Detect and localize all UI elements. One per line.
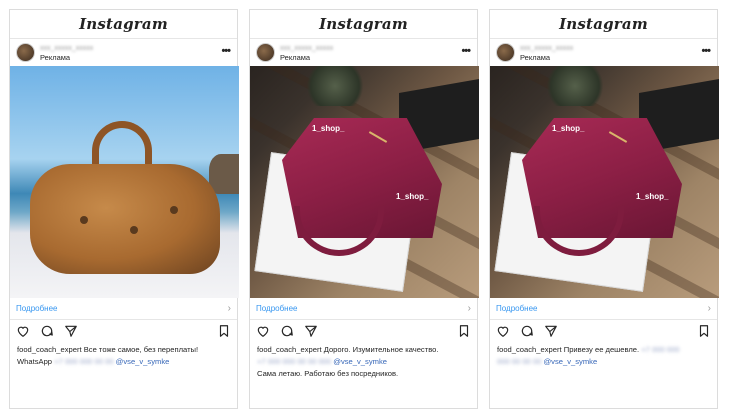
- comment-icon[interactable]: [280, 324, 294, 338]
- caption-tag[interactable]: @vse_v_symke: [333, 357, 387, 366]
- caption: food_coach_expert Дорого. Изумительное к…: [250, 342, 477, 380]
- share-icon[interactable]: [544, 324, 558, 338]
- sponsored-label: Реклама: [280, 52, 311, 62]
- caption-whatsapp-label: WhatsApp: [17, 357, 53, 366]
- post-photo[interactable]: 1_shop_ 1_shop_: [490, 66, 719, 298]
- learn-more-bar[interactable]: Подробнее ›: [490, 298, 717, 320]
- heart-icon[interactable]: [496, 324, 510, 338]
- phone-number-blurred: 000 00 00 00: [497, 357, 542, 366]
- post-header: xxx_xxxxx_xxxxx Реклама •••: [490, 39, 717, 66]
- ad-post-card: Instagram xxx_xxxxx_xxxxx Реклама ••• По…: [9, 9, 239, 409]
- leather-bag: [30, 164, 220, 274]
- photo-watermark: 1_shop_: [396, 192, 429, 201]
- username-blurred[interactable]: xxx_xxxxx_xxxxx: [280, 44, 333, 53]
- caption-tag[interactable]: @vse_v_symke: [543, 357, 597, 366]
- caption-tag[interactable]: @vse_v_symke: [116, 357, 170, 366]
- caption-text: Все тоже самое, без переплаты!: [83, 345, 199, 354]
- photo-watermark: 1_shop_: [636, 192, 669, 201]
- sponsored-label: Реклама: [40, 52, 71, 62]
- username-blurred[interactable]: xxx_xxxxx_xxxxx: [520, 44, 573, 53]
- learn-more-link[interactable]: Подробнее: [16, 304, 58, 313]
- sponsored-label: Реклама: [520, 52, 551, 62]
- photo-watermark: 1_shop_: [552, 124, 585, 133]
- post-photo[interactable]: 1_shop_ 1_shop_: [250, 66, 479, 298]
- caption: food_coach_expert Все тоже самое, без пе…: [10, 342, 237, 368]
- avatar[interactable]: [256, 43, 275, 62]
- bookmark-icon[interactable]: [217, 324, 231, 338]
- phone-number-blurred: +7 000 000 00 00: [54, 357, 114, 366]
- instagram-logo: Instagram: [559, 15, 648, 33]
- instagram-logo: Instagram: [79, 15, 168, 33]
- chevron-right-icon: ›: [227, 303, 231, 314]
- action-bar: [250, 320, 477, 342]
- bookmark-icon[interactable]: [697, 324, 711, 338]
- heart-icon[interactable]: [256, 324, 270, 338]
- phone-number-blurred: +7 000 000: [641, 345, 680, 354]
- action-bar: [10, 320, 237, 342]
- share-icon[interactable]: [304, 324, 318, 338]
- caption-username[interactable]: food_coach_expert: [17, 345, 82, 354]
- caption-username[interactable]: food_coach_expert: [497, 345, 562, 354]
- caption: food_coach_expert Привезу ее дешевле. +7…: [490, 342, 717, 368]
- ad-post-card: Instagram xxx_xxxxx_xxxxx Реклама ••• 1_…: [489, 9, 719, 409]
- share-icon[interactable]: [64, 324, 78, 338]
- learn-more-link[interactable]: Подробнее: [256, 304, 298, 313]
- caption-username[interactable]: food_coach_expert: [257, 345, 322, 354]
- avatar[interactable]: [16, 43, 35, 62]
- learn-more-bar[interactable]: Подробнее ›: [10, 298, 237, 320]
- heart-icon[interactable]: [16, 324, 30, 338]
- caption-text: Привезу ее дешевле.: [563, 345, 640, 354]
- post-header: xxx_xxxxx_xxxxx Реклама •••: [10, 39, 237, 66]
- chevron-right-icon: ›: [467, 303, 471, 314]
- chevron-right-icon: ›: [707, 303, 711, 314]
- post-photo[interactable]: [10, 66, 239, 298]
- more-dots-icon[interactable]: •••: [221, 45, 231, 57]
- app-header: Instagram: [490, 10, 717, 39]
- username-blurred[interactable]: xxx_xxxxx_xxxxx: [40, 44, 93, 53]
- more-dots-icon[interactable]: •••: [461, 45, 471, 57]
- app-header: Instagram: [10, 10, 237, 39]
- caption-text: Дорого. Изумительное качество.: [323, 345, 439, 354]
- caption-extra-line: Сама летаю. Работаю без посредников.: [257, 369, 399, 378]
- post-header: xxx_xxxxx_xxxxx Реклама •••: [250, 39, 477, 66]
- phone-number-blurred: +7 000 000 00 00 000: [257, 357, 332, 366]
- app-header: Instagram: [250, 10, 477, 39]
- avatar[interactable]: [496, 43, 515, 62]
- instagram-logo: Instagram: [319, 15, 408, 33]
- more-dots-icon[interactable]: •••: [701, 45, 711, 57]
- learn-more-bar[interactable]: Подробнее ›: [250, 298, 477, 320]
- photo-watermark: 1_shop_: [312, 124, 345, 133]
- learn-more-link[interactable]: Подробнее: [496, 304, 538, 313]
- action-bar: [490, 320, 717, 342]
- ad-post-card: Instagram xxx_xxxxx_xxxxx Реклама ••• 1_…: [249, 9, 479, 409]
- bookmark-icon[interactable]: [457, 324, 471, 338]
- comment-icon[interactable]: [40, 324, 54, 338]
- comment-icon[interactable]: [520, 324, 534, 338]
